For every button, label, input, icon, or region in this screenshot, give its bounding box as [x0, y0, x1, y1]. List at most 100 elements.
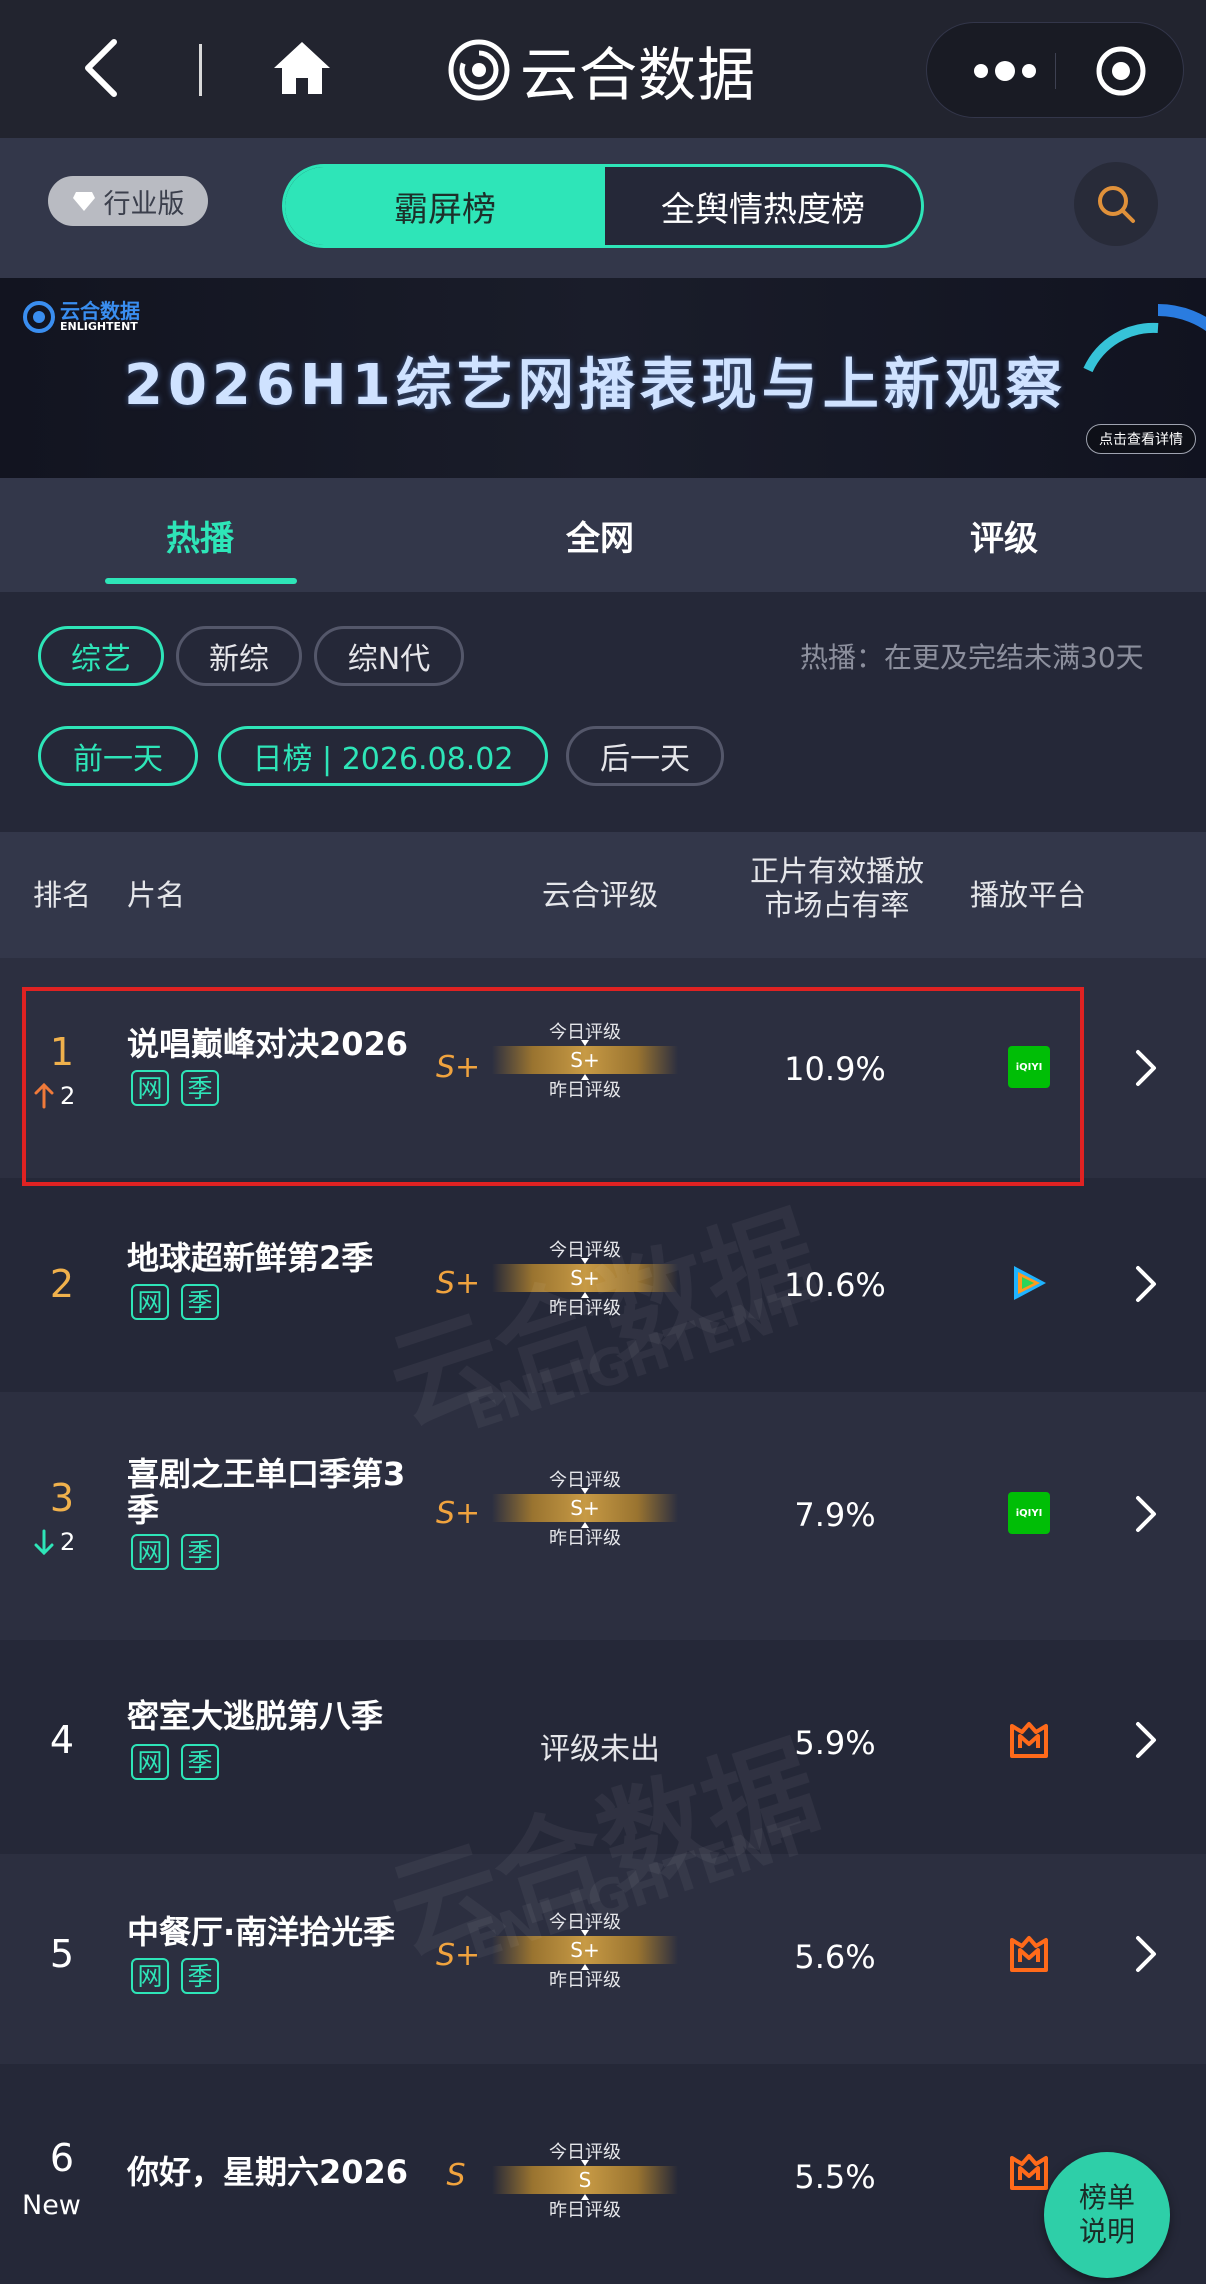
table-header: 排名 片名 云合评级 正片有效播放 市场占有率 播放平台	[0, 832, 1206, 958]
nav-divider	[199, 44, 202, 96]
tab-all-network[interactable]: 全网	[500, 478, 700, 592]
chevron-right-icon[interactable]	[1132, 1264, 1160, 1304]
table-row[interactable]: 4 密室大逃脱第八季 网 季 评级未出 5.9%	[0, 1640, 1206, 1854]
market-share: 10.6%	[784, 1266, 886, 1304]
board-segmented-control: 霸屏榜 全舆情热度榜	[282, 164, 924, 248]
mango-tv-icon	[1010, 2154, 1048, 2190]
filter-sequel-variety[interactable]: 综N代	[314, 626, 464, 686]
chart-explanation-button[interactable]: 榜单 说明	[1044, 2152, 1170, 2278]
market-share: 5.5%	[794, 2158, 876, 2196]
app-brand: 云合数据	[448, 30, 756, 110]
home-icon[interactable]	[270, 38, 334, 98]
gauge-yesterday-label: 昨日评级	[549, 1528, 621, 1549]
category-tabs: 热播 全网 评级	[0, 478, 1206, 592]
header-share-line1: 正片有效播放	[749, 854, 924, 888]
close-miniapp-icon[interactable]	[1093, 43, 1149, 99]
table-row[interactable]: 5 中餐厅·南洋拾光季 网 季 S+ 今日评级 S+ 昨日评级 5.6%	[0, 1854, 1206, 2064]
filter-variety[interactable]: 综艺	[38, 626, 164, 686]
grade-gauge: 今日评级 S 昨日评级	[492, 2138, 678, 2221]
header-grade: 云合评级	[541, 878, 658, 912]
promo-banner[interactable]: 云合数据 ENLIGHTENT 2026H1综艺网播表现与上新观察 点击查看详情	[0, 278, 1206, 478]
market-share: 5.9%	[794, 1724, 876, 1762]
market-share: 5.6%	[794, 1938, 876, 1976]
search-button[interactable]	[1074, 162, 1158, 246]
active-tab-indicator	[105, 578, 297, 584]
table-row[interactable]: 3 2 喜剧之王单口季第3季 网 季 S+ 今日评级 S+ 昨日评级 7.9% …	[0, 1392, 1206, 1640]
yesterday-grade: S+	[436, 1496, 481, 1531]
gauge-yesterday-label: 昨日评级	[549, 2200, 621, 2221]
iqiyi-badge: iQIYI	[1008, 1492, 1050, 1534]
industry-label: 行业版	[103, 188, 185, 220]
tag-season: 季	[181, 1284, 219, 1320]
iqiyi-icon: iQIYI	[1008, 1492, 1050, 1534]
yesterday-grade: S+	[436, 1266, 481, 1301]
more-icon[interactable]	[965, 59, 1045, 83]
banner-logo: 云合数据 ENLIGHTENT	[22, 300, 140, 334]
search-icon	[1098, 186, 1135, 223]
next-day-button[interactable]: 后一天	[566, 726, 724, 786]
gauge-bar: S+	[492, 1264, 678, 1292]
chevron-right-icon[interactable]	[1132, 1720, 1160, 1760]
prev-day-button[interactable]: 前一天	[38, 726, 198, 786]
market-share: 7.9%	[794, 1496, 876, 1534]
gauge-bar: S+	[492, 1494, 678, 1522]
gauge-bar: S+	[492, 1936, 678, 1964]
show-title: 中餐厅·南洋拾光季	[127, 1913, 396, 1951]
show-tags: 网 季	[131, 1534, 219, 1570]
show-title: 密室大逃脱第八季	[127, 1697, 384, 1735]
show-tags: 网 季	[131, 1284, 219, 1320]
row-rank: 6	[49, 2136, 75, 2180]
brand-logo-icon	[448, 39, 510, 101]
rank-down-arrow-icon	[34, 1529, 54, 1555]
show-tags: 网 季	[131, 1744, 219, 1780]
filter-new-variety[interactable]: 新综	[176, 626, 302, 686]
filter-panel: 综艺 新综 综N代 热播：在更及完结未满30天 前一天 日榜 | 2026.08…	[0, 592, 1206, 832]
tag-season: 季	[181, 1958, 219, 1994]
show-title: 喜剧之王单口季第3季	[127, 1455, 406, 1529]
back-arrow-icon[interactable]	[80, 36, 124, 100]
gauge-yesterday-label: 昨日评级	[549, 1970, 621, 1991]
header-share-line2: 市场占有率	[764, 888, 910, 922]
banner-title: 2026H1综艺网播表现与上新观察	[124, 353, 1067, 418]
rank-change: 2	[34, 1528, 94, 1556]
tab-hot[interactable]: 热播	[100, 478, 300, 592]
date-picker[interactable]: 日榜 | 2026.08.02	[218, 726, 548, 786]
brand-title: 云合数据	[520, 41, 757, 109]
grade-gauge: 今日评级 S+ 昨日评级	[492, 1908, 678, 1991]
mango-tv-icon	[1010, 1936, 1048, 1972]
table-row[interactable]: 6 New 你好，星期六2026 S 今日评级 S 昨日评级 5.5%	[0, 2064, 1206, 2284]
grade-gauge: 今日评级 S+ 昨日评级	[492, 1466, 678, 1549]
tag-season: 季	[181, 1534, 219, 1570]
header-rank: 排名	[32, 878, 91, 912]
tag-network: 网	[131, 1284, 169, 1320]
header-share: 正片有效播放 市场占有率	[724, 854, 950, 922]
industry-edition-button[interactable]: 行业版	[48, 176, 208, 226]
row-rank: 5	[49, 1932, 75, 1976]
banner-detail-button[interactable]: 点击查看详情	[1086, 424, 1196, 454]
gauge-yesterday-label: 昨日评级	[549, 1298, 621, 1319]
segment-dominant-board[interactable]: 霸屏榜	[285, 167, 605, 245]
board-switch-bar: 行业版 霸屏榜 全舆情热度榜	[0, 138, 1206, 278]
header-platform: 播放平台	[969, 878, 1086, 912]
diamond-icon	[72, 192, 95, 211]
hot-definition-hint: 热播：在更及完结未满30天	[800, 641, 1144, 674]
chevron-right-icon[interactable]	[1132, 1934, 1160, 1974]
row-rank: 2	[49, 1262, 75, 1306]
banner-logo-icon	[23, 301, 55, 333]
highlight-box	[22, 987, 1084, 1186]
top-nav-bar: 云合数据	[0, 0, 1206, 138]
chevron-right-icon[interactable]	[1132, 1048, 1160, 1088]
row-rank: 4	[49, 1718, 75, 1762]
grade-gauge: 今日评级 S+ 昨日评级	[492, 1236, 678, 1319]
tencent-video-icon	[1014, 1266, 1046, 1300]
rank-change-value: 2	[60, 1528, 76, 1556]
gauge-bar: S	[492, 2166, 678, 2194]
row-rank: 3	[49, 1476, 75, 1520]
chevron-right-icon[interactable]	[1132, 1494, 1160, 1534]
tag-network: 网	[131, 1534, 169, 1570]
show-title: 你好，星期六2026	[127, 2153, 409, 2191]
show-title: 地球超新鲜第2季	[127, 1239, 374, 1277]
segment-public-opinion-board[interactable]: 全舆情热度榜	[605, 167, 921, 245]
table-row[interactable]: 2 地球超新鲜第2季 网 季 S+ 今日评级 S+ 昨日评级 10.6%	[0, 1178, 1206, 1392]
tab-rating[interactable]: 评级	[904, 478, 1104, 592]
